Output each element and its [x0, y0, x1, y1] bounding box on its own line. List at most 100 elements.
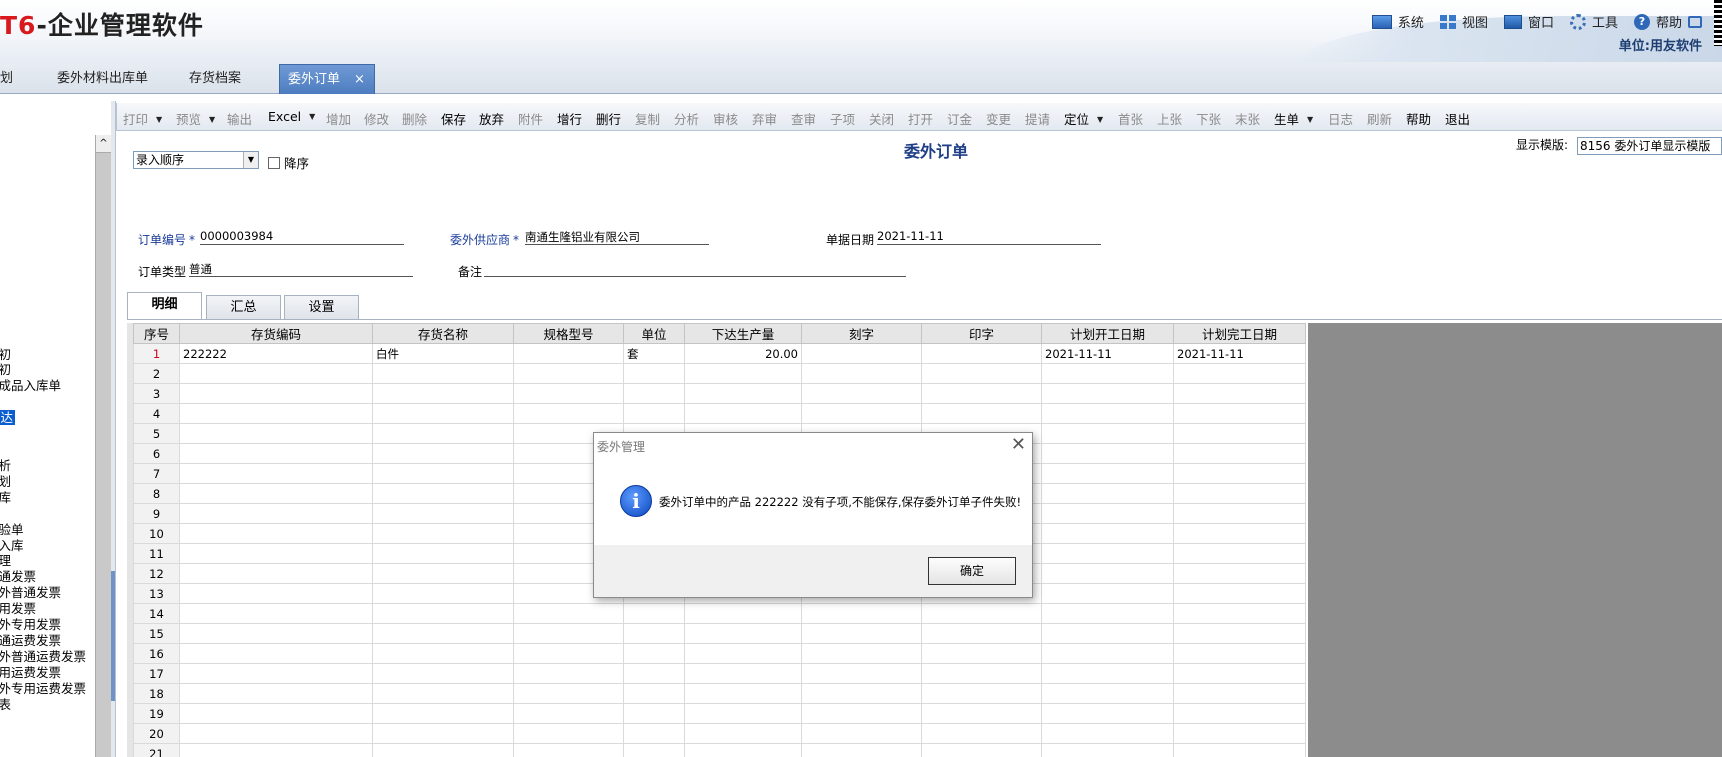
date-field[interactable]: 2021-11-11: [877, 229, 1101, 245]
table-cell[interactable]: [684, 663, 802, 684]
add-button[interactable]: 增加: [326, 109, 351, 128]
table-cell[interactable]: [684, 623, 802, 644]
table-row[interactable]: 4: [133, 403, 1306, 424]
excel-button[interactable]: Excel: [268, 109, 315, 124]
tab-settings[interactable]: 设置: [284, 295, 359, 319]
order-type-field[interactable]: 普通: [189, 261, 413, 277]
splitter-grip[interactable]: [111, 571, 115, 701]
table-cell[interactable]: 222222: [179, 343, 373, 364]
table-cell[interactable]: [372, 563, 514, 584]
table-cell[interactable]: [1173, 623, 1306, 644]
table-cell[interactable]: [801, 683, 922, 704]
table-cell[interactable]: [372, 543, 514, 564]
table-cell[interactable]: [921, 643, 1042, 664]
menu-window[interactable]: 窗口: [1503, 12, 1554, 31]
table-cell[interactable]: [372, 643, 514, 664]
table-cell[interactable]: [1041, 663, 1174, 684]
close-icon[interactable]: ✕: [1011, 434, 1026, 455]
descending-checkbox[interactable]: 降序: [268, 153, 309, 172]
col-header[interactable]: 序号: [133, 323, 180, 344]
table-cell[interactable]: 白件: [372, 343, 514, 364]
close-icon[interactable]: ×: [354, 72, 365, 87]
table-cell[interactable]: [372, 443, 514, 464]
table-cell[interactable]: [179, 523, 373, 544]
table-cell[interactable]: [513, 343, 624, 364]
table-cell[interactable]: [1041, 703, 1174, 724]
col-header[interactable]: 计划开工日期: [1041, 323, 1174, 344]
col-header[interactable]: 规格型号: [513, 323, 624, 344]
prev-record-button[interactable]: 上张: [1157, 109, 1182, 128]
table-cell[interactable]: [623, 743, 685, 757]
table-cell[interactable]: [801, 403, 922, 424]
table-cell[interactable]: [1041, 483, 1174, 504]
table-cell[interactable]: [801, 743, 922, 757]
table-cell[interactable]: [1041, 363, 1174, 384]
audit-button[interactable]: 审核: [713, 109, 738, 128]
tab-detail[interactable]: 明细: [127, 292, 202, 320]
table-cell[interactable]: [684, 703, 802, 724]
template-select[interactable]: 8156 委外订单显示模版: [1577, 137, 1722, 155]
table-cell[interactable]: [623, 723, 685, 744]
table-cell[interactable]: [684, 603, 802, 624]
tab-inventory-file[interactable]: 存货档案: [189, 64, 241, 94]
table-cell[interactable]: [1173, 383, 1306, 404]
table-cell[interactable]: [372, 683, 514, 704]
nav-item[interactable]: 报表: [0, 694, 11, 713]
table-cell[interactable]: [1173, 643, 1306, 664]
table-cell[interactable]: [921, 683, 1042, 704]
table-cell[interactable]: [179, 623, 373, 644]
analyze-button[interactable]: 分析: [674, 109, 699, 128]
table-cell[interactable]: [801, 363, 922, 384]
table-cell[interactable]: [801, 623, 922, 644]
table-cell[interactable]: [513, 723, 624, 744]
menu-view[interactable]: 视图: [1439, 12, 1488, 31]
next-record-button[interactable]: 下张: [1196, 109, 1221, 128]
table-cell[interactable]: [1041, 623, 1174, 644]
tab-summary[interactable]: 汇总: [206, 295, 281, 319]
table-cell[interactable]: [1173, 523, 1306, 544]
unaudit-button[interactable]: 弃审: [752, 109, 777, 128]
table-cell[interactable]: [179, 483, 373, 504]
table-row[interactable]: 14: [133, 603, 1306, 624]
ok-button[interactable]: 确定: [928, 557, 1016, 585]
add-row-button[interactable]: 增行: [557, 109, 582, 128]
generate-doc-button[interactable]: 生单: [1274, 109, 1313, 128]
table-row[interactable]: 17: [133, 663, 1306, 684]
table-cell[interactable]: [179, 423, 373, 444]
table-row[interactable]: 20: [133, 723, 1306, 744]
table-cell[interactable]: [921, 403, 1042, 424]
nav-item-selected[interactable]: 下达: [0, 407, 16, 426]
table-cell[interactable]: [1041, 383, 1174, 404]
table-cell[interactable]: [179, 403, 373, 424]
table-cell[interactable]: [801, 643, 922, 664]
message-icon[interactable]: [1688, 15, 1702, 28]
table-cell[interactable]: [623, 603, 685, 624]
table-cell[interactable]: [1041, 443, 1174, 464]
table-cell[interactable]: [684, 643, 802, 664]
locate-button[interactable]: 定位: [1064, 109, 1103, 128]
col-header[interactable]: 存货名称: [372, 323, 514, 344]
table-cell[interactable]: [372, 743, 514, 757]
table-row[interactable]: 21: [133, 743, 1306, 757]
sort-order-select[interactable]: 录入顺序 ▼: [133, 151, 259, 169]
table-cell[interactable]: [801, 343, 922, 364]
table-cell[interactable]: [801, 603, 922, 624]
table-cell[interactable]: [179, 383, 373, 404]
col-header[interactable]: 下达生产量: [684, 323, 802, 344]
col-header[interactable]: 存货编码: [179, 323, 373, 344]
table-cell[interactable]: [1041, 643, 1174, 664]
table-cell[interactable]: [1173, 403, 1306, 424]
table-row[interactable]: 18: [133, 683, 1306, 704]
table-cell[interactable]: [1041, 563, 1174, 584]
table-cell[interactable]: [513, 403, 624, 424]
abandon-button[interactable]: 放弃: [479, 109, 504, 128]
table-cell[interactable]: [513, 383, 624, 404]
save-button[interactable]: 保存: [441, 109, 466, 128]
remark-field[interactable]: [484, 261, 906, 277]
table-cell[interactable]: [372, 623, 514, 644]
table-cell[interactable]: [372, 663, 514, 684]
table-cell[interactable]: [179, 683, 373, 704]
output-button[interactable]: 输出: [227, 109, 252, 128]
nav-item[interactable]: 出库: [0, 487, 11, 506]
copy-button[interactable]: 复制: [635, 109, 660, 128]
